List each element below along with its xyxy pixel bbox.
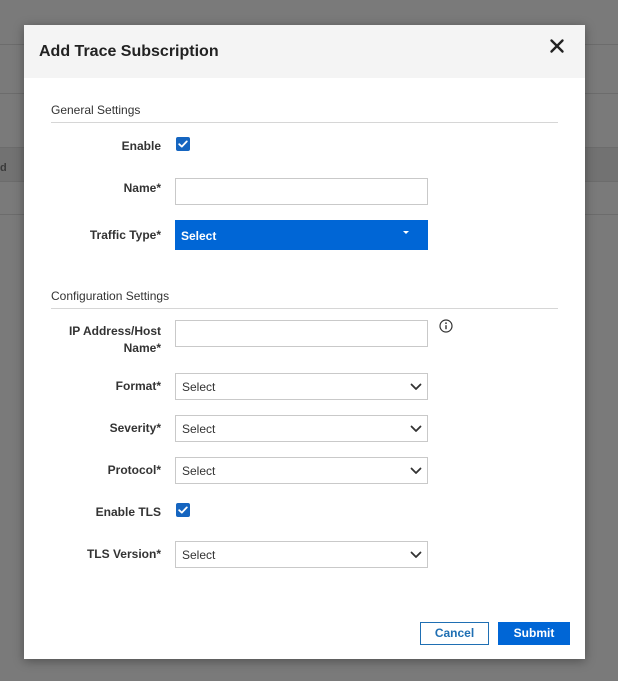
chevron-down-icon	[410, 425, 422, 432]
close-icon	[550, 39, 564, 53]
traffic-type-value: Select	[181, 229, 217, 243]
configuration-settings-heading: Configuration Settings	[51, 289, 170, 303]
traffic-type-label: Traffic Type*	[89, 228, 161, 242]
section-divider	[51, 308, 558, 309]
add-trace-subscription-dialog: Add Trace Subscription General Settings …	[24, 25, 585, 659]
chevron-down-icon	[410, 467, 422, 474]
enable-tls-label: Enable TLS	[95, 505, 161, 519]
tls-version-value: Select	[182, 548, 216, 562]
ip-address-label: IP Address/Host Name*	[69, 323, 161, 357]
name-input[interactable]	[175, 178, 428, 205]
chevron-down-icon	[410, 383, 422, 390]
general-settings-heading: General Settings	[51, 103, 141, 117]
dialog-header: Add Trace Subscription	[24, 25, 585, 78]
format-label: Format*	[115, 379, 161, 393]
enable-label: Enable	[121, 139, 161, 153]
format-select[interactable]: Select	[175, 373, 428, 400]
caret-down-icon	[403, 231, 409, 234]
close-button[interactable]	[547, 36, 567, 56]
dialog-title: Add Trace Subscription	[39, 43, 219, 60]
protocol-label: Protocol*	[107, 463, 161, 477]
severity-value: Select	[182, 422, 216, 436]
check-icon	[178, 506, 188, 514]
enable-tls-checkbox[interactable]	[176, 503, 190, 517]
protocol-select[interactable]: Select	[175, 457, 428, 484]
ip-address-label-line1: IP Address/Host	[68, 324, 161, 338]
chevron-down-icon	[410, 551, 422, 558]
cancel-button[interactable]: Cancel	[420, 622, 489, 645]
section-divider	[51, 122, 558, 123]
severity-label: Severity*	[109, 421, 161, 435]
submit-button[interactable]: Submit	[498, 622, 570, 645]
enable-checkbox[interactable]	[176, 137, 190, 151]
info-icon[interactable]	[439, 319, 453, 333]
severity-select[interactable]: Select	[175, 415, 428, 442]
background-column-header: d	[0, 162, 7, 174]
ip-address-input[interactable]	[175, 320, 428, 347]
protocol-value: Select	[182, 464, 216, 478]
tls-version-label: TLS Version*	[86, 547, 161, 561]
traffic-type-select[interactable]: Select	[175, 220, 428, 250]
tls-version-select[interactable]: Select	[175, 541, 428, 568]
check-icon	[178, 140, 188, 148]
name-label: Name*	[123, 181, 161, 195]
format-value: Select	[182, 380, 216, 394]
ip-address-label-line2: Name*	[123, 341, 161, 355]
